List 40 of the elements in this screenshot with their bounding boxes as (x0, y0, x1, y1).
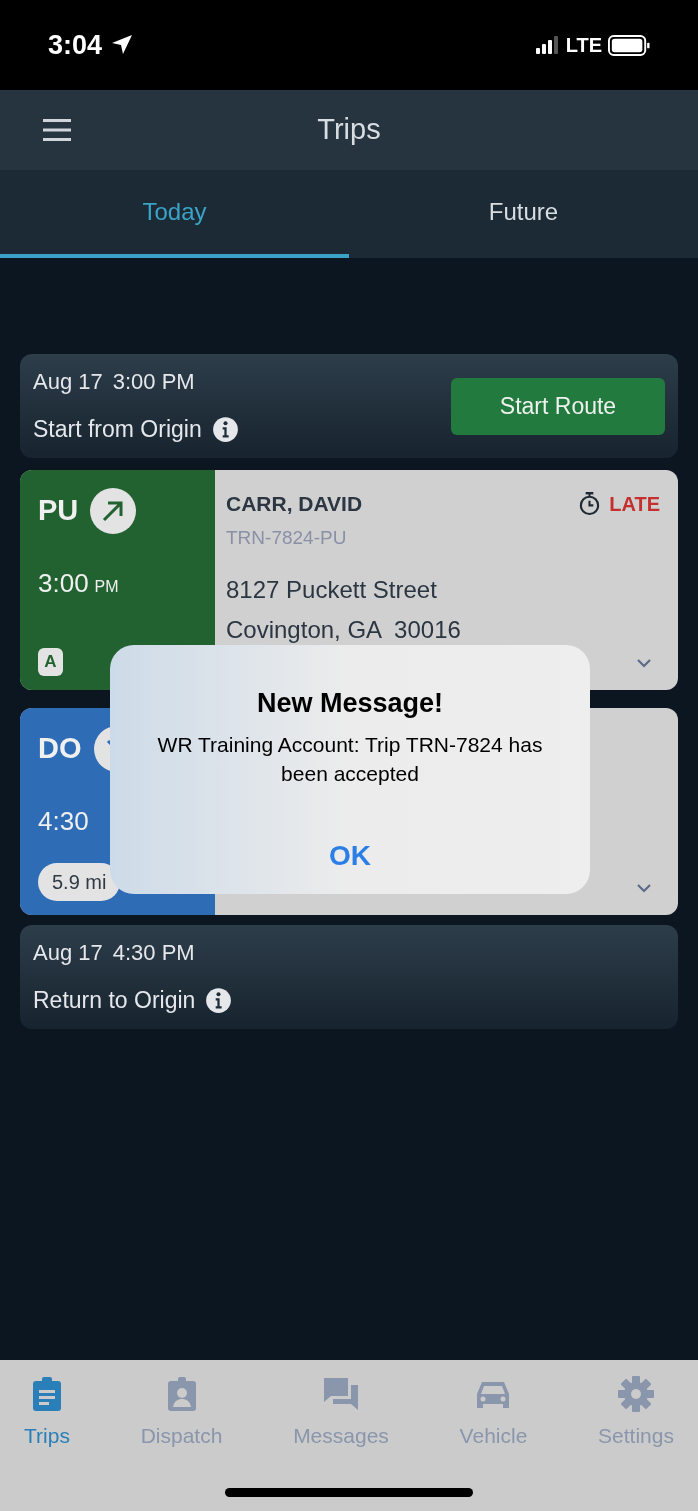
info-icon[interactable] (205, 987, 233, 1014)
nav-tab[interactable]: Trips (24, 1376, 70, 1452)
route-time: 3:00 PM (112, 368, 195, 397)
stop-time: 4:30 (38, 805, 89, 838)
settings-icon (618, 1376, 655, 1412)
nav-tab[interactable]: Vehicle (459, 1376, 528, 1452)
network-label: LTE (565, 33, 602, 58)
dialog-title: New Message! (256, 687, 444, 720)
trip-id: TRN-7824-PU (226, 525, 348, 550)
chevron-down-icon[interactable] (636, 658, 652, 668)
battery-icon (608, 34, 650, 56)
chevron-down-icon[interactable] (636, 883, 652, 893)
passenger-name: CARR, DAVID (226, 491, 363, 517)
route-label: Start from Origin (33, 415, 202, 445)
tab[interactable]: Future (349, 170, 698, 258)
stopwatch-icon (578, 491, 602, 517)
nav-tab[interactable]: Messages (293, 1376, 389, 1452)
stop-code: PU (38, 493, 79, 529)
route-time: 4:30 PM (112, 939, 195, 968)
stop-meridiem: PM (94, 577, 119, 597)
route-label: Return to Origin (33, 986, 196, 1016)
chat-icon (323, 1376, 359, 1412)
route-date: Aug 17 (33, 939, 103, 968)
clock-time: 3:04 (48, 28, 103, 62)
address-line: 8127 Puckett Street (226, 575, 438, 605)
nav-tab[interactable]: Dispatch (140, 1376, 223, 1452)
info-icon[interactable] (211, 416, 239, 443)
stop-time: 3:00 (38, 567, 89, 600)
stop-code: DO (38, 731, 82, 767)
screen-title: Trips (317, 112, 381, 148)
signal-icon (535, 35, 560, 55)
tab[interactable]: Today (0, 170, 349, 258)
late-status: LATE (609, 491, 660, 517)
nav-tab[interactable]: Settings (598, 1376, 674, 1452)
menu-icon[interactable] (43, 119, 71, 141)
stop-badge: A (38, 648, 63, 676)
route-date: Aug 17 (33, 368, 103, 397)
start-route-button[interactable]: Start Route (451, 377, 665, 435)
dialog-message: WR Training Account: Trip TRN-7824 has been accepted (156, 731, 544, 787)
address-line: Covington, GA 30016 (226, 615, 462, 645)
